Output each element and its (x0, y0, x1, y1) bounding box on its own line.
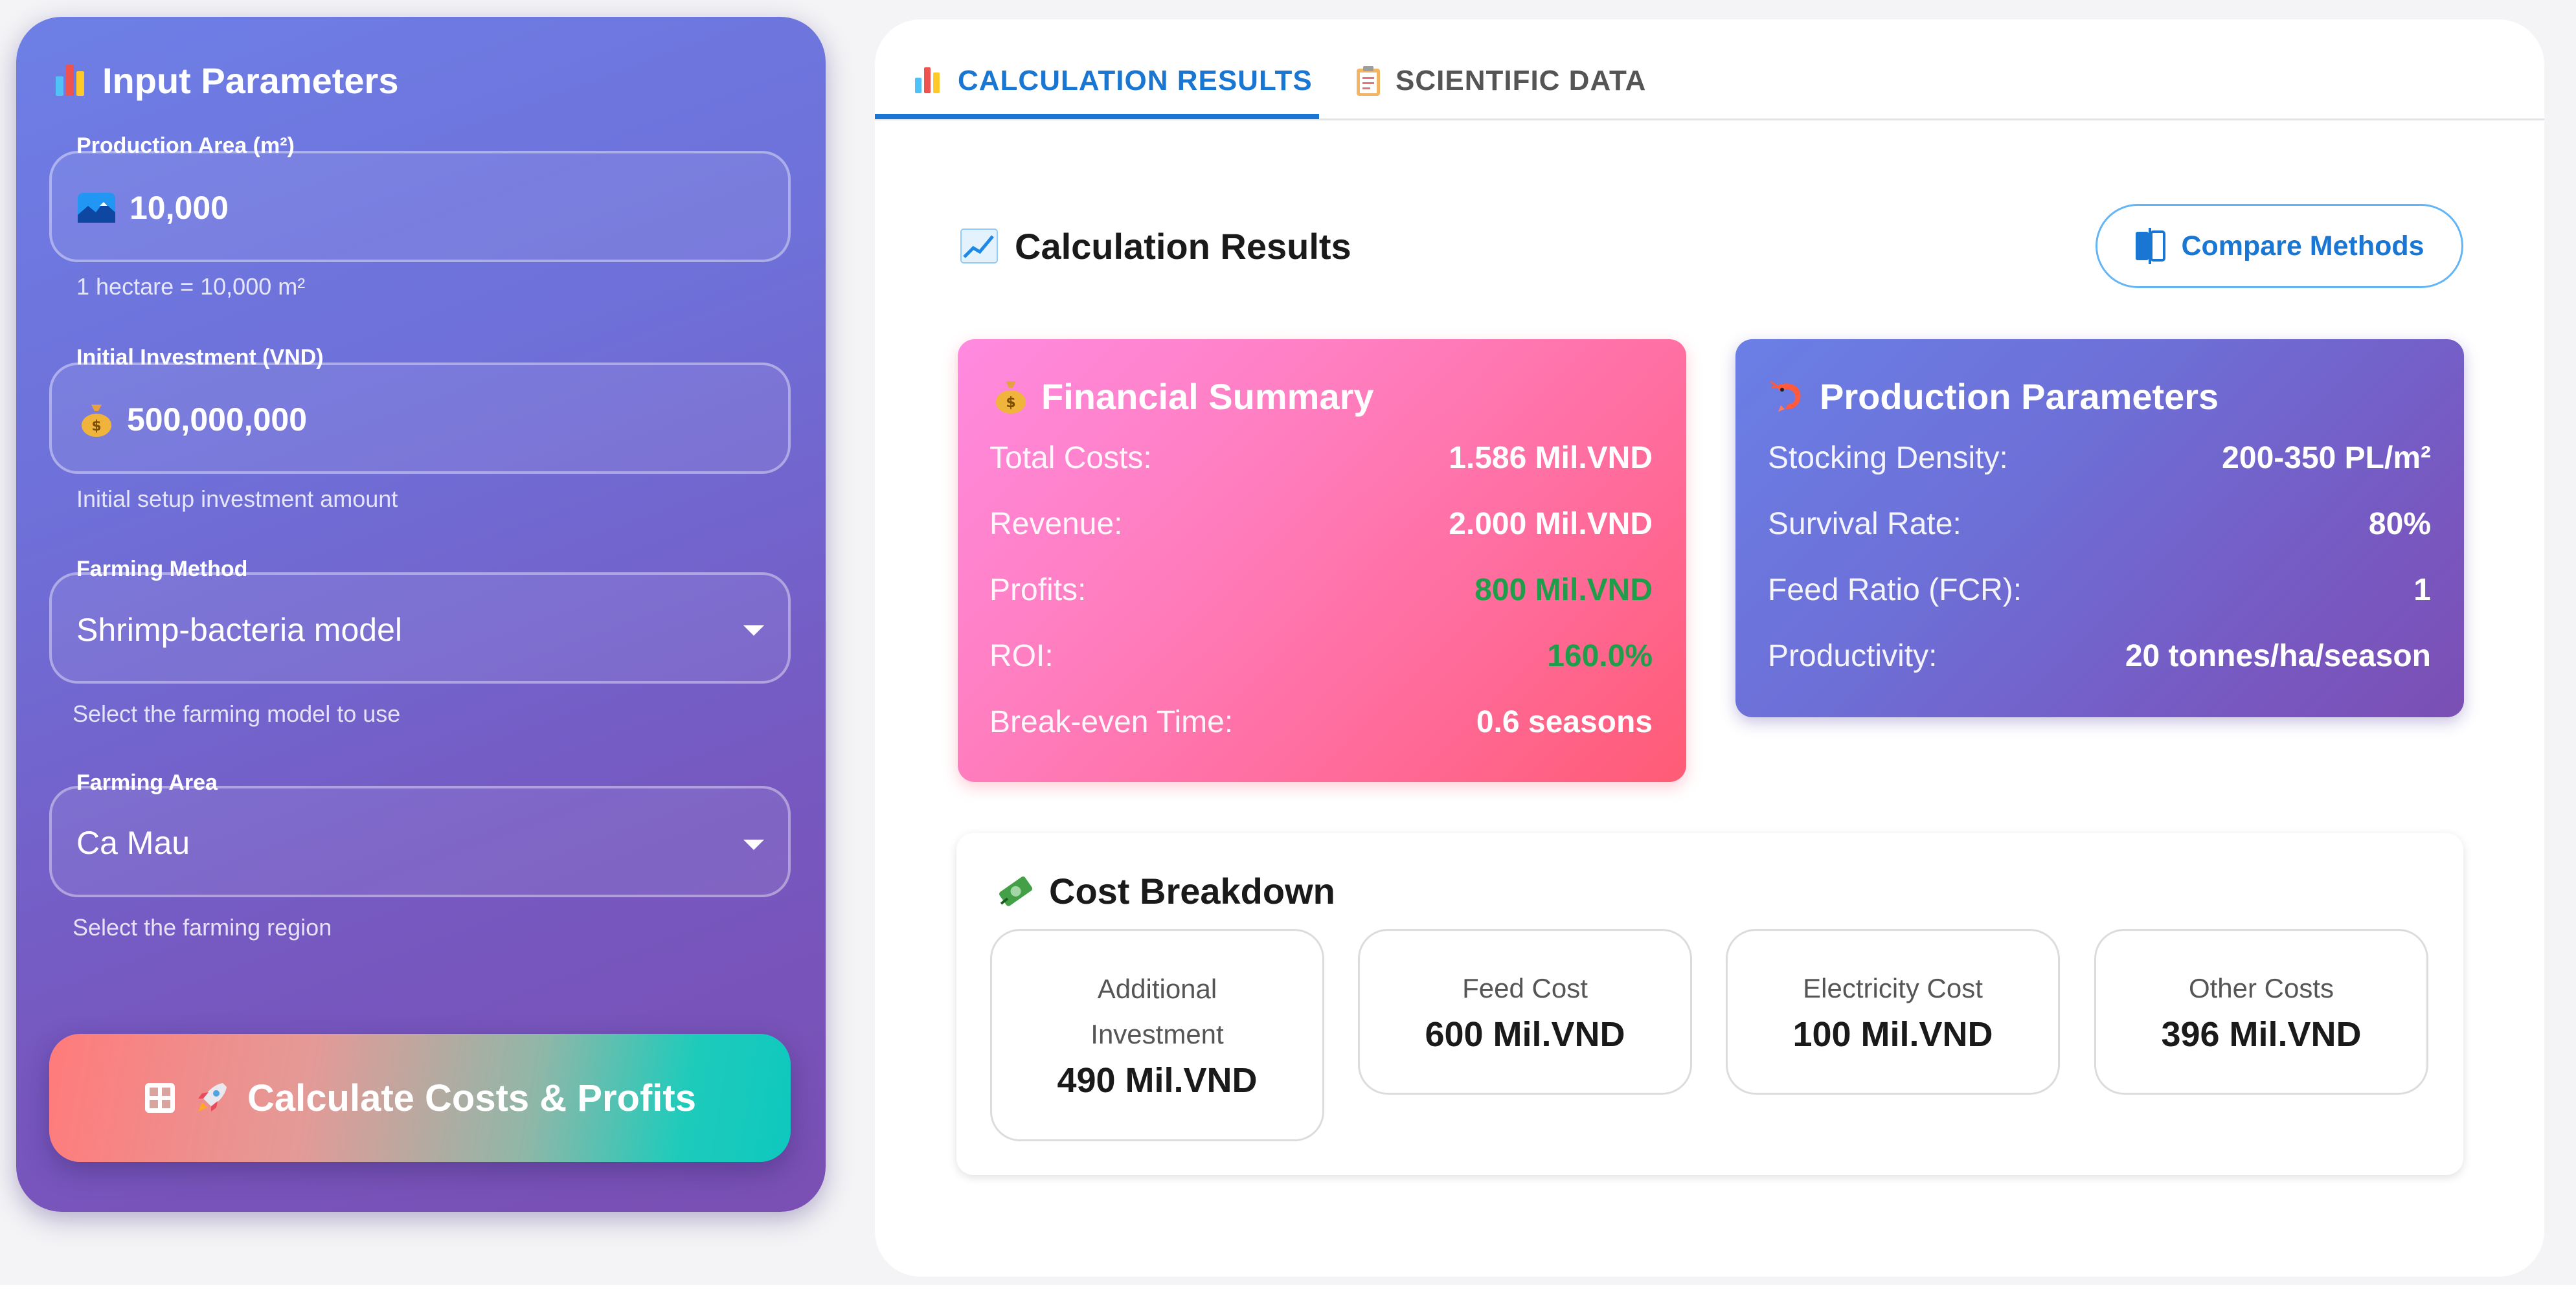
stocking-density-label: Stocking Density: (1768, 441, 2008, 475)
financial-summary-title-text: Financial Summary (1041, 375, 1374, 417)
calculator-icon (145, 1083, 175, 1113)
farming-area-label: Farming Area (76, 770, 218, 795)
calculate-button-label: Calculate Costs & Profits (247, 1077, 696, 1119)
production-area-helper: 1 hectare = 10,000 m² (76, 273, 306, 300)
tab-scientific-data[interactable]: SCIENTIFIC DATA (1355, 45, 1646, 117)
revenue-value: 2.000 Mil.VND (1449, 507, 1653, 541)
cost-item-feed: Feed Cost 600 Mil.VND (1358, 929, 1692, 1095)
tab-calculation-results[interactable]: CALCULATION RESULTS (914, 45, 1313, 117)
compare-icon (2136, 228, 2166, 264)
svg-text:$: $ (91, 418, 101, 434)
input-panel-title: Input Parameters (53, 54, 399, 106)
feed-ratio-value: 1 (2413, 573, 2431, 607)
feed-ratio-label: Feed Ratio (FCR): (1768, 573, 2022, 607)
bar-chart-icon (53, 62, 89, 98)
tab-calculation-results-label: CALCULATION RESULTS (958, 65, 1313, 96)
cost-item-value: 100 Mil.VND (1792, 1015, 1993, 1054)
roi-label: ROI: (989, 639, 1054, 673)
money-flying-icon (999, 876, 1033, 906)
cost-item-label-line2: Investment (1090, 1019, 1224, 1049)
bar-chart-icon (914, 66, 943, 96)
initial-investment-helper: Initial setup investment amount (76, 486, 398, 512)
compare-methods-button[interactable]: Compare Methods (2096, 204, 2463, 288)
production-parameters-title: Production Parameters (1769, 370, 2219, 422)
cost-item-other: Other Costs 396 Mil.VND (2094, 929, 2428, 1095)
tab-scientific-data-label: SCIENTIFIC DATA (1395, 65, 1647, 96)
productivity-label: Productivity: (1768, 639, 1938, 673)
cost-item-label: Additional (1097, 974, 1217, 1004)
farming-area-helper: Select the farming region (73, 914, 332, 941)
input-panel-title-text: Input Parameters (102, 60, 399, 101)
clipboard-icon (1357, 66, 1380, 96)
stocking-density-value: 200-350 PL/m² (2222, 441, 2431, 475)
farming-method-helper: Select the farming model to use (73, 700, 401, 727)
break-even-label: Break-even Time: (989, 705, 1234, 739)
money-bag-icon: $ (996, 381, 1026, 414)
svg-text:$: $ (1006, 395, 1015, 411)
total-costs-value: 1.586 Mil.VND (1449, 441, 1653, 475)
initial-investment-value-text: 500,000,000 (127, 401, 308, 438)
chevron-down-icon[interactable] (743, 840, 764, 850)
profits-value: 800 Mil.VND (1474, 573, 1653, 607)
landscape-icon (78, 193, 115, 223)
revenue-label: Revenue: (989, 507, 1123, 541)
cost-item-label: Electricity Cost (1803, 973, 1983, 1003)
break-even-value: 0.6 seasons (1476, 705, 1653, 739)
cost-item-label: Other Costs (2188, 973, 2334, 1003)
initial-investment-value[interactable]: $ 500,000,000 (80, 395, 307, 444)
farming-area-value: Ca Mau (76, 825, 190, 861)
trend-chart-icon (960, 229, 998, 263)
initial-investment-label: Initial Investment (VND) (76, 345, 324, 370)
cost-item-label: Feed Cost (1462, 973, 1588, 1003)
compare-methods-label: Compare Methods (2181, 230, 2424, 262)
calculate-button[interactable]: Calculate Costs & Profits (49, 1034, 791, 1162)
cost-item-value: 490 Mil.VND (1057, 1061, 1258, 1100)
active-tab-indicator (875, 114, 1319, 119)
total-costs-label: Total Costs: (989, 441, 1152, 475)
shrimp-icon (1770, 381, 1801, 412)
cost-item-value: 600 Mil.VND (1425, 1015, 1625, 1054)
productivity-value: 20 tonnes/ha/season (2125, 639, 2431, 673)
cost-breakdown-title-text: Cost Breakdown (1049, 870, 1335, 911)
production-area-value[interactable]: 10,000 (78, 183, 229, 232)
money-bag-icon: $ (82, 405, 111, 437)
survival-rate-value: 80% (2368, 507, 2431, 541)
profits-label: Profits: (989, 573, 1087, 607)
rocket-icon (198, 1083, 227, 1112)
chevron-down-icon[interactable] (743, 625, 764, 636)
production-parameters-title-text: Production Parameters (1820, 375, 2219, 417)
cost-breakdown-title: Cost Breakdown (997, 865, 1335, 917)
roi-value: 160.0% (1547, 639, 1653, 673)
results-title: Calculation Results (960, 220, 1351, 272)
production-area-value-text: 10,000 (130, 190, 229, 226)
results-title-text: Calculation Results (1015, 225, 1351, 267)
page-bottom-band (0, 1285, 2576, 1296)
survival-rate-label: Survival Rate: (1768, 507, 1961, 541)
farming-method-value: Shrimp-bacteria model (76, 612, 402, 648)
farming-method-label: Farming Method (76, 557, 248, 581)
cost-item-value: 396 Mil.VND (2161, 1015, 2362, 1054)
production-area-label: Production Area (m²) (76, 133, 295, 158)
cost-item-additional-investment: Additional Investment 490 Mil.VND (990, 929, 1324, 1141)
financial-summary-title: $ Financial Summary (995, 370, 1374, 422)
cost-item-electricity: Electricity Cost 100 Mil.VND (1726, 929, 2060, 1095)
